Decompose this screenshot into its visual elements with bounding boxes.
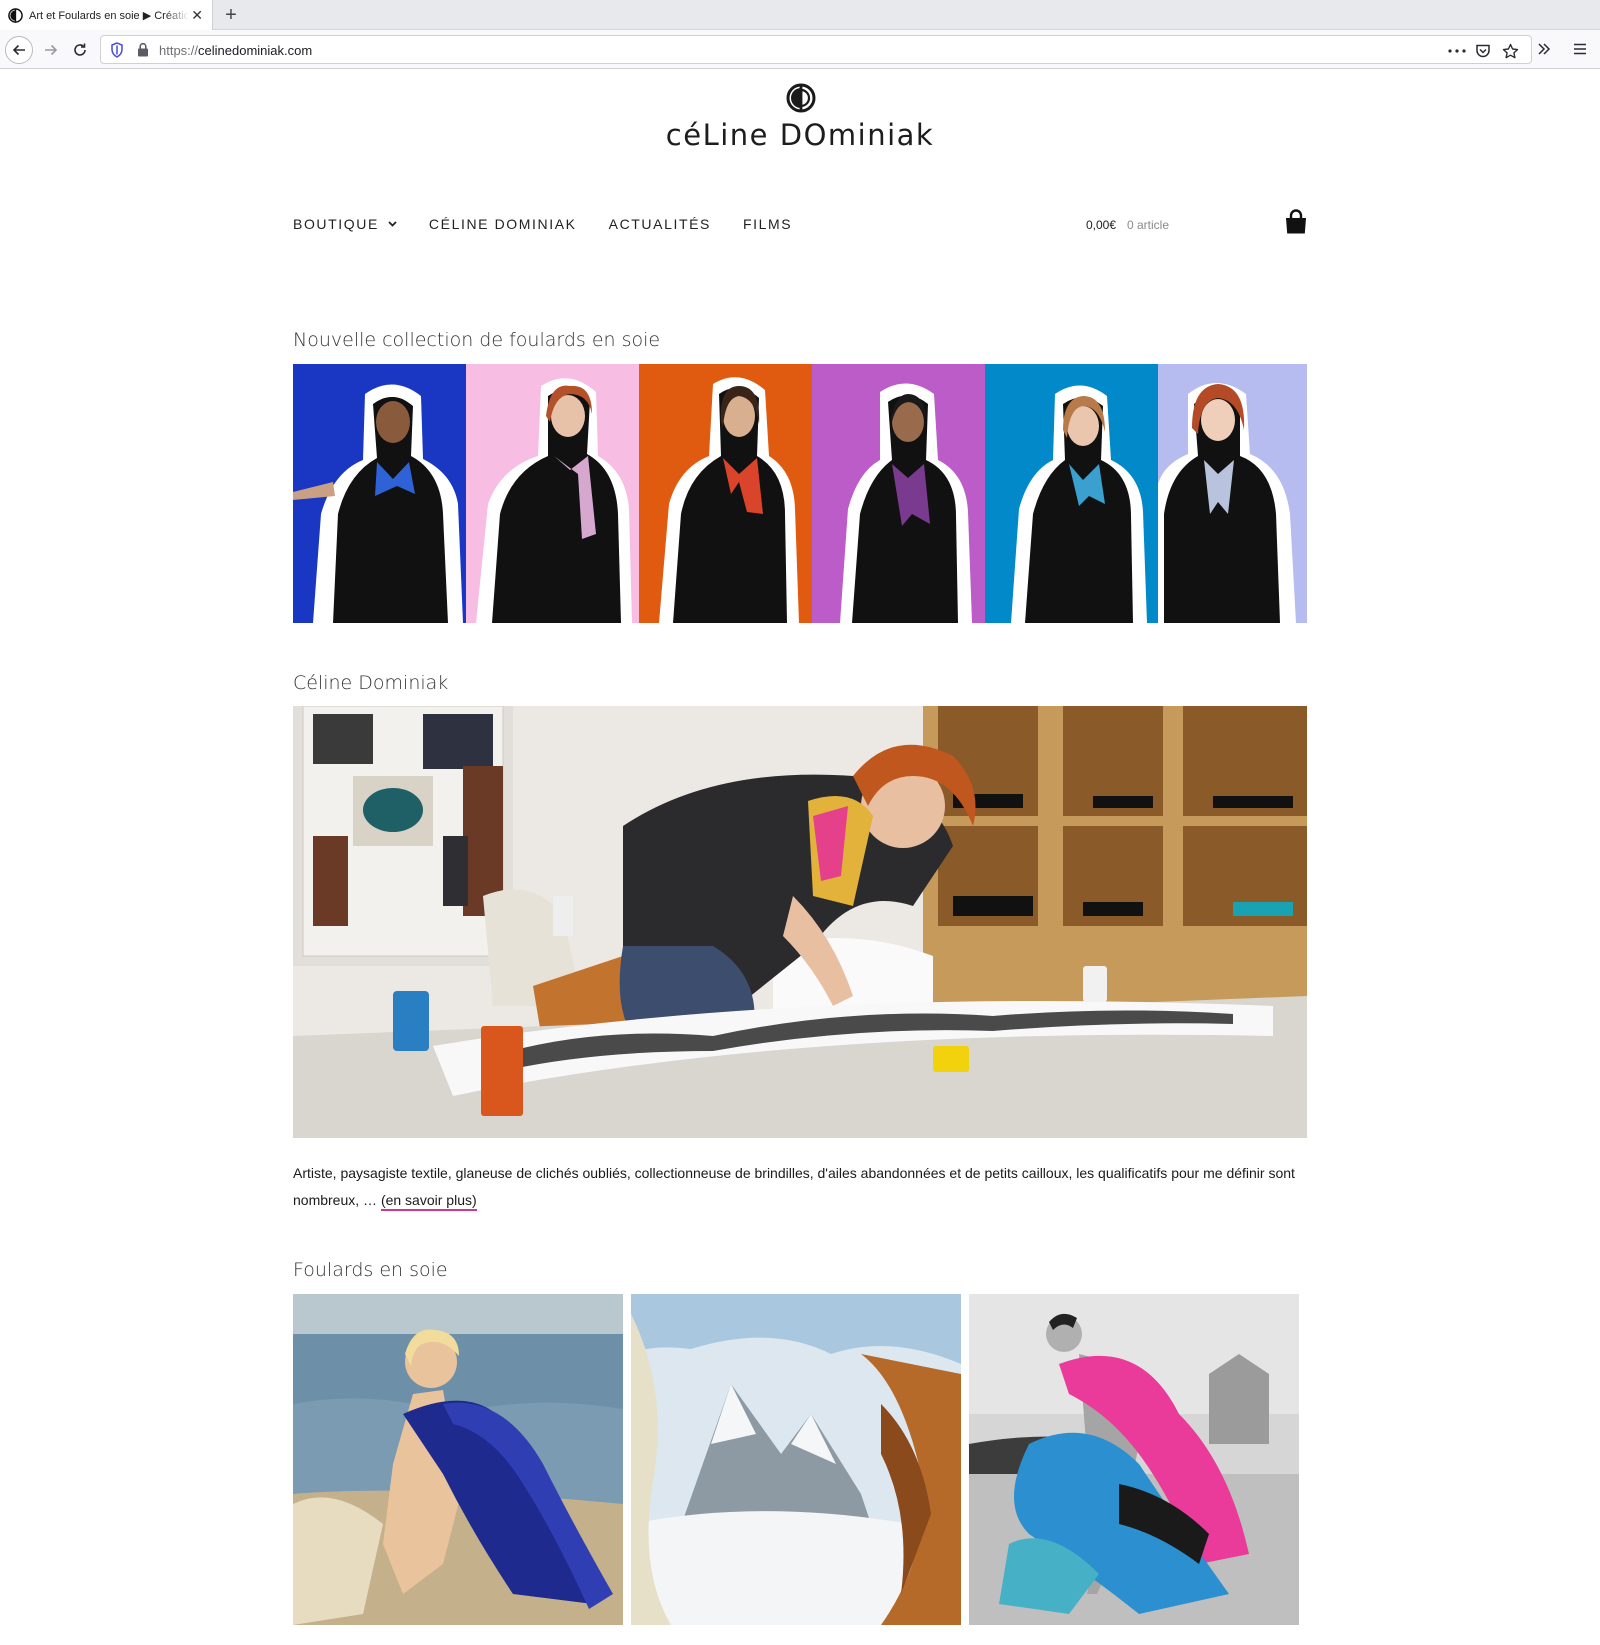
page-actions-button[interactable]	[1447, 42, 1467, 60]
more-dots-icon	[1448, 49, 1466, 53]
site-logo-icon[interactable]	[786, 83, 816, 113]
artist-intro-text: Artiste, paysagiste textile, glaneuse de…	[293, 1160, 1307, 1214]
nav-item-label: BOUTIQUE	[293, 216, 379, 232]
app-menu-button[interactable]	[1570, 40, 1590, 58]
pocket-icon	[1476, 44, 1490, 58]
collection-photo[interactable]	[293, 364, 466, 623]
model-purple-photo	[812, 364, 985, 623]
back-button[interactable]	[5, 36, 33, 64]
model-orange-photo	[639, 364, 812, 623]
browser-tab-bar: Art et Foulards en soie ▶ Création ✕ +	[0, 0, 1600, 30]
scarf-beach-image	[293, 1294, 623, 1625]
scarf-product-card[interactable]	[631, 1294, 961, 1625]
collection-photo[interactable]	[985, 364, 1158, 623]
tab-title: Art et Foulards en soie ▶ Création	[29, 9, 189, 22]
toolbar-overflow-button[interactable]	[1534, 40, 1554, 58]
collection-title: Nouvelle collection de foulards en soie	[293, 329, 661, 351]
cart-count[interactable]: 0 article	[1127, 218, 1169, 232]
nav-item-celine-dominiak[interactable]: CÉLINE DOMINIAK	[429, 216, 577, 232]
chevron-down-icon	[388, 221, 397, 227]
browser-tab[interactable]: Art et Foulards en soie ▶ Création ✕	[0, 0, 213, 30]
studio-scene-image	[293, 706, 1307, 1138]
scarf-mountain-image	[631, 1294, 961, 1625]
collection-photo[interactable]	[812, 364, 985, 623]
collection-photo[interactable]	[639, 364, 812, 623]
address-bar[interactable]: https://celinedominiak.com	[100, 35, 1532, 64]
arrow-left-icon	[12, 44, 25, 56]
new-tab-icon[interactable]: +	[221, 3, 241, 27]
site-name[interactable]: céLine DOminiak	[600, 118, 1000, 152]
scarf-dancer-image	[969, 1294, 1299, 1625]
url-text: https://celinedominiak.com	[159, 43, 312, 58]
hamburger-menu-icon	[1574, 43, 1586, 55]
url-host: celinedominiak.com	[198, 43, 313, 58]
chevron-double-right-icon	[1538, 43, 1551, 55]
model-cyan-photo	[985, 364, 1158, 623]
model-blue-photo	[293, 364, 466, 623]
bookmark-button[interactable]	[1500, 42, 1520, 60]
reload-button[interactable]	[66, 36, 94, 64]
nav-item-films[interactable]: FILMS	[743, 216, 792, 232]
site-favicon-icon	[8, 7, 23, 23]
artist-studio-photo[interactable]	[293, 706, 1307, 1138]
reload-icon	[74, 43, 86, 56]
shopping-bag-icon[interactable]	[1284, 209, 1308, 235]
model-pink-photo	[466, 364, 639, 623]
scarves-grid	[293, 1294, 1299, 1625]
pocket-button[interactable]	[1473, 42, 1493, 60]
nav-item-actualites[interactable]: ACTUALITÉS	[609, 216, 711, 232]
scarf-product-card[interactable]	[969, 1294, 1299, 1625]
url-scheme: https://	[159, 43, 199, 58]
star-icon	[1502, 43, 1518, 58]
nav-item-boutique[interactable]: BOUTIQUE	[293, 216, 397, 232]
collection-photo[interactable]	[466, 364, 639, 623]
main-navigation: BOUTIQUE CÉLINE DOMINIAK ACTUALITÉS FILM…	[293, 216, 824, 232]
tracking-shield-icon[interactable]	[110, 42, 124, 58]
scarf-product-card[interactable]	[293, 1294, 623, 1625]
lock-icon[interactable]	[137, 42, 149, 57]
artist-title: Céline Dominiak	[293, 672, 449, 694]
collection-photo[interactable]	[1158, 364, 1307, 623]
model-lavender-photo	[1158, 364, 1307, 623]
cart-amount[interactable]: 0,00€	[1086, 218, 1116, 232]
scarves-title: Foulards en soie	[293, 1259, 448, 1281]
close-tab-icon[interactable]: ✕	[191, 7, 203, 23]
forward-button[interactable]	[37, 36, 65, 64]
collection-banner[interactable]	[293, 364, 1307, 623]
browser-toolbar: https://celinedominiak.com	[0, 30, 1600, 69]
arrow-right-icon	[45, 44, 58, 56]
read-more-link[interactable]: (en savoir plus)	[380, 1192, 477, 1211]
